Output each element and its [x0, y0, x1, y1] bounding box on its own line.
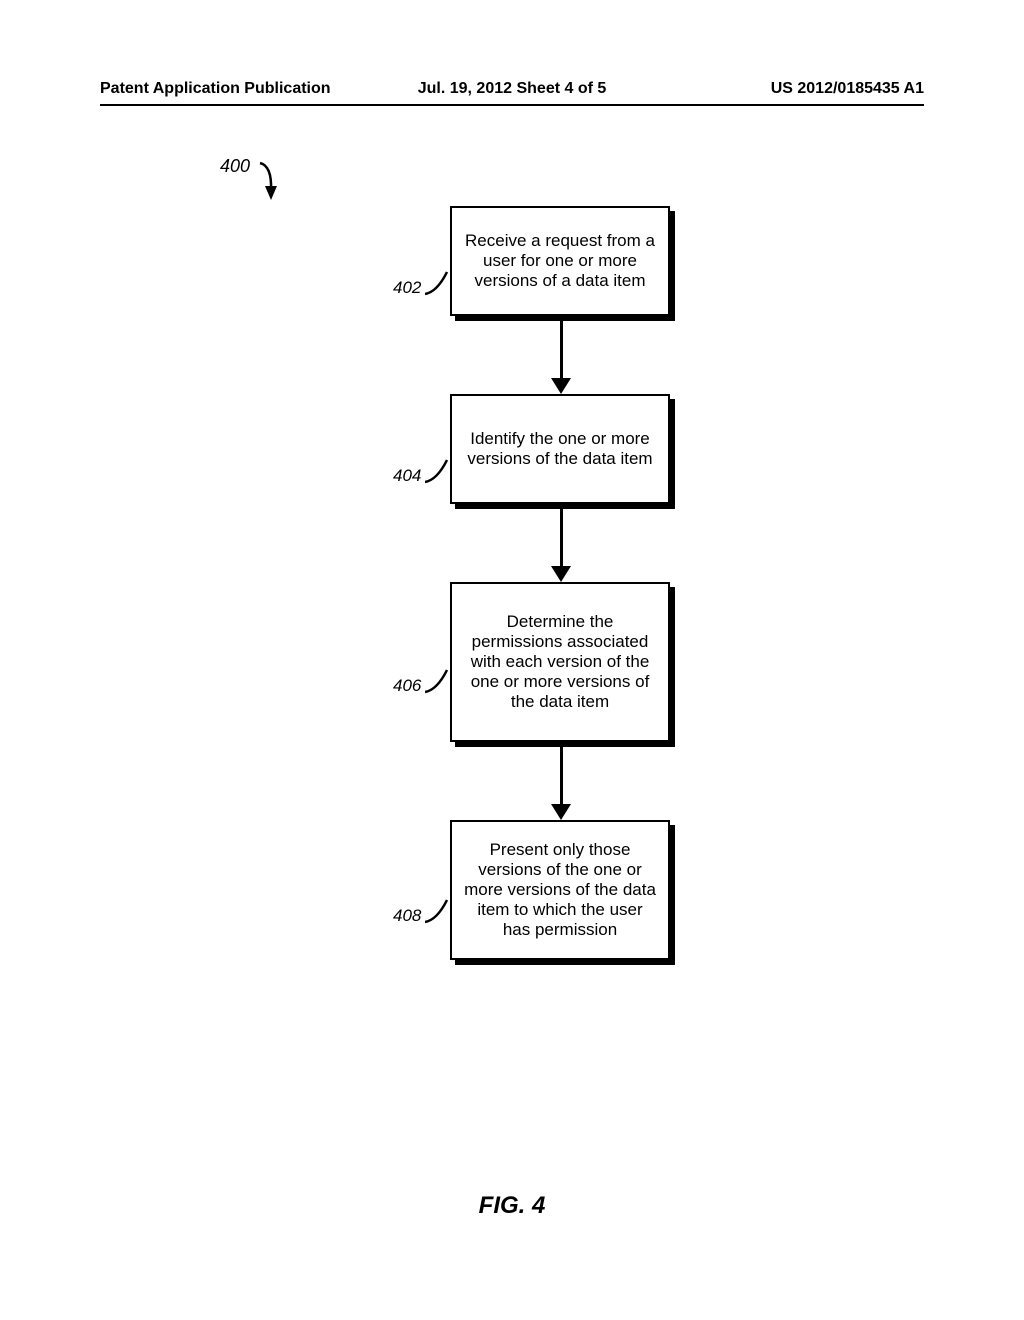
flow-step-text: Determine the permissions associated wit…: [464, 612, 656, 712]
number-connector-icon: [425, 666, 451, 694]
flow-step: Identify the one or more versions of the…: [450, 394, 670, 504]
arrowhead-icon: [551, 804, 571, 820]
header-left: Patent Application Publication: [100, 80, 375, 98]
number-connector-icon: [425, 896, 451, 924]
flow-step-number: 404: [393, 466, 421, 486]
flow-step: Present only those versions of the one o…: [450, 820, 670, 960]
arrowhead-icon: [551, 378, 571, 394]
flow-step: Determine the permissions associated wit…: [450, 582, 670, 742]
header-center: Jul. 19, 2012 Sheet 4 of 5: [375, 80, 650, 98]
flow-step-number: 408: [393, 906, 421, 926]
flowchart-diagram: 400 Receive a request from a user for on…: [100, 146, 924, 1146]
header-right: US 2012/0185435 A1: [649, 80, 924, 98]
flowchart-id-arrow-icon: [255, 158, 285, 208]
flow-step-text: Present only those versions of the one o…: [464, 840, 656, 940]
flow-step-number: 402: [393, 278, 421, 298]
flow-step-text: Receive a request from a user for one or…: [464, 231, 656, 291]
arrowhead-icon: [551, 566, 571, 582]
page-header: Patent Application Publication Jul. 19, …: [100, 80, 924, 106]
flow-arrow: [560, 509, 563, 567]
flow-step: Receive a request from a user for one or…: [450, 206, 670, 316]
flow-step-text: Identify the one or more versions of the…: [464, 429, 656, 469]
flow-arrow: [560, 321, 563, 379]
flow-step-number: 406: [393, 676, 421, 696]
number-connector-icon: [425, 456, 451, 484]
number-connector-icon: [425, 268, 451, 296]
flow-arrow: [560, 747, 563, 805]
flowchart-id-label: 400: [220, 156, 250, 177]
figure-label: FIG. 4: [0, 1192, 1024, 1220]
page: Patent Application Publication Jul. 19, …: [0, 0, 1024, 1320]
